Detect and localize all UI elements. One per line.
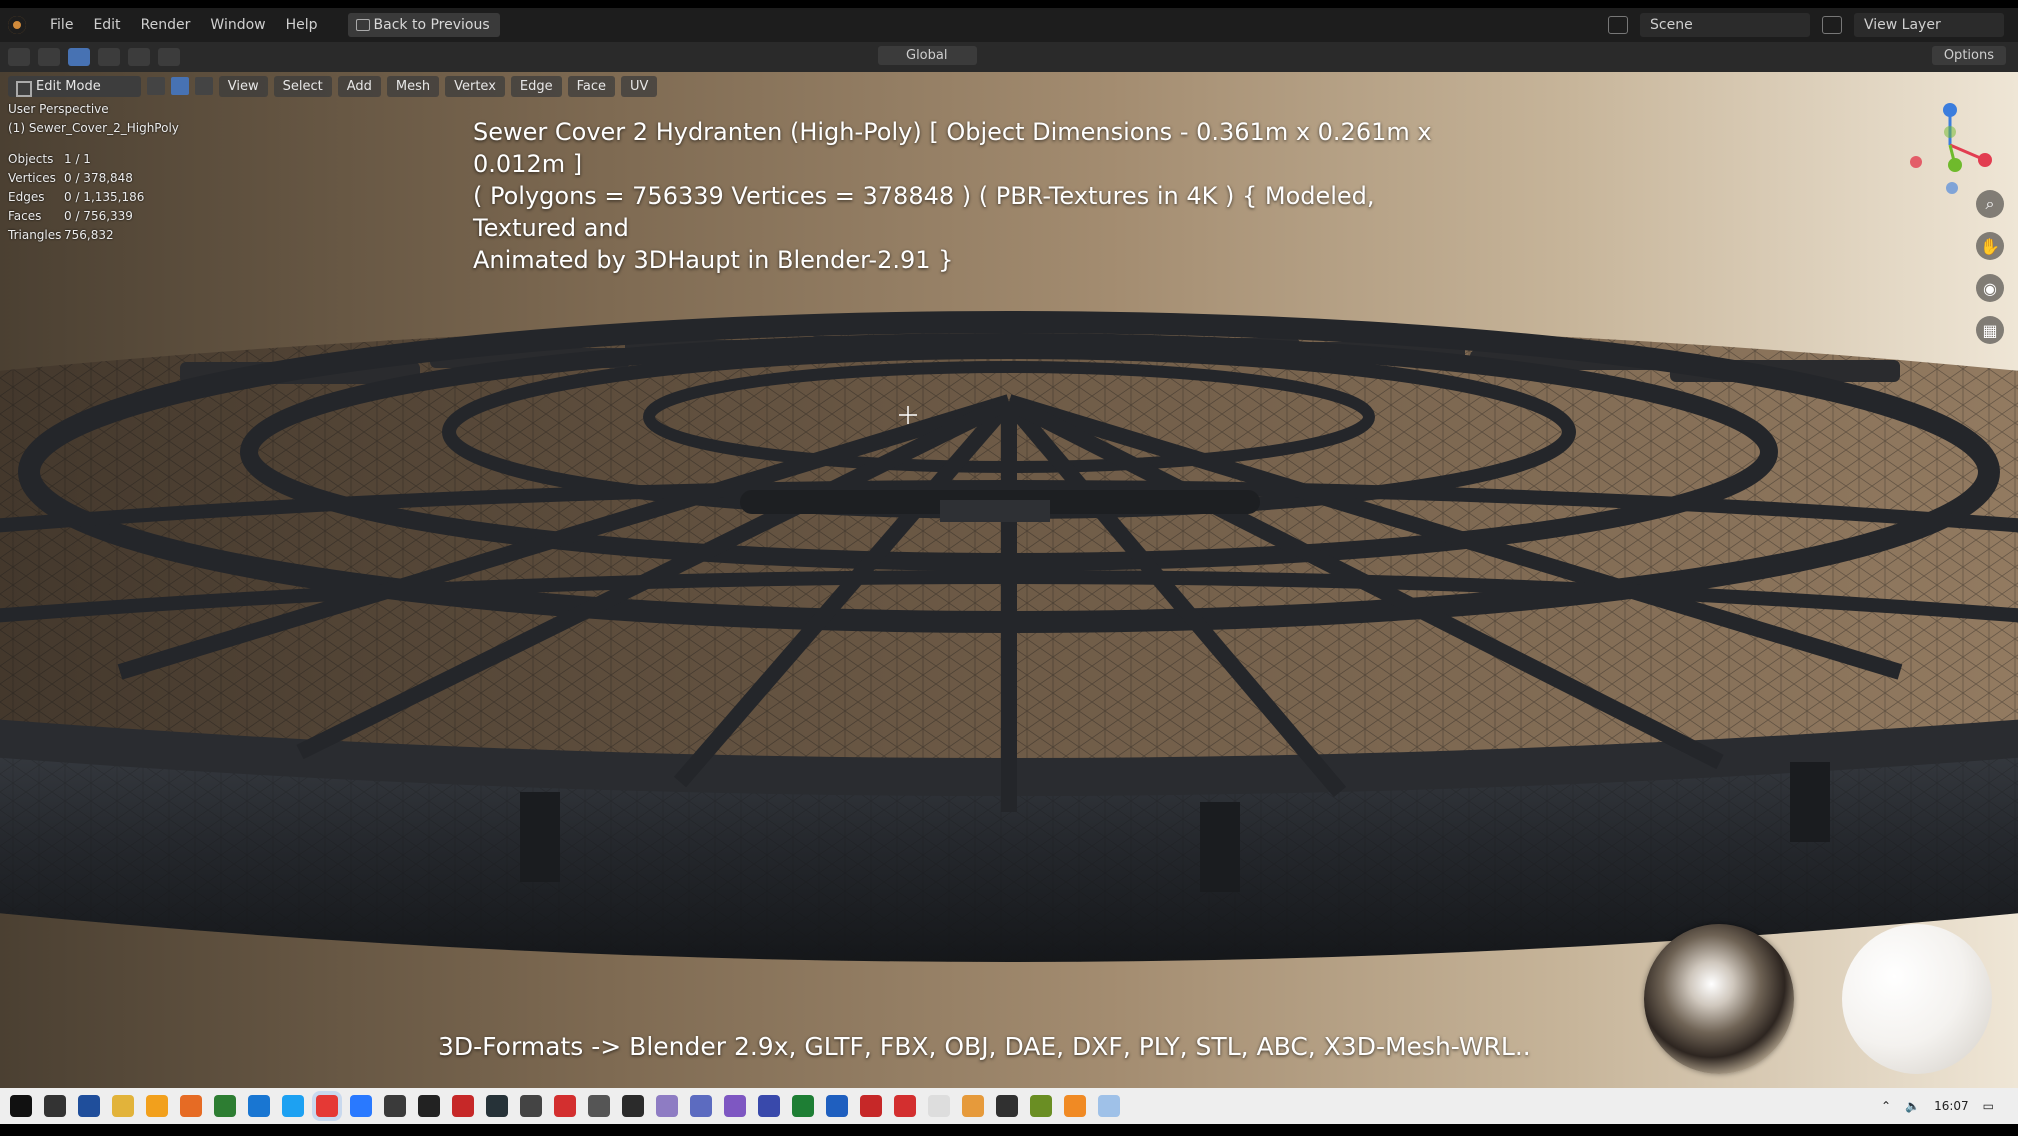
spark-taskbar-icon[interactable] bbox=[860, 1095, 882, 1117]
camera-icon[interactable]: ◉ bbox=[1976, 274, 2004, 302]
formats-caption: 3D-Formats -> Blender 2.9x, GLTF, FBX, O… bbox=[438, 1032, 1531, 1061]
office-taskbar-icon[interactable] bbox=[554, 1095, 576, 1117]
select-box-mode-icon[interactable] bbox=[68, 48, 90, 66]
menu-uv[interactable]: UV bbox=[621, 75, 658, 97]
tool-header: Global Options bbox=[0, 42, 2018, 72]
options-dropdown[interactable]: Options bbox=[1931, 46, 2006, 65]
hand-icon[interactable]: ✋ bbox=[1976, 232, 2004, 260]
menu-select[interactable]: Select bbox=[273, 75, 332, 97]
stat-row: Faces 0 / 756,339 bbox=[8, 209, 133, 223]
terminal-taskbar-icon[interactable] bbox=[996, 1095, 1018, 1117]
face-select-icon[interactable] bbox=[194, 77, 213, 95]
sun-taskbar-icon[interactable] bbox=[962, 1095, 984, 1117]
opera-taskbar-icon[interactable] bbox=[894, 1095, 916, 1117]
stat-row: Triangles 756,832 bbox=[8, 228, 114, 242]
browser-2-taskbar-icon[interactable] bbox=[724, 1095, 746, 1117]
clock[interactable]: 16:07 bbox=[1934, 1099, 1969, 1113]
files-taskbar-icon[interactable] bbox=[1098, 1095, 1120, 1117]
viewport-stats: User Perspective (1) Sewer_Cover_2_HighP… bbox=[8, 100, 179, 245]
system-tray: ⌃ 🔈 16:07 ▭ bbox=[1881, 1099, 2018, 1113]
white-reference-sphere bbox=[1842, 924, 1992, 1074]
zoom-icon[interactable]: ⌕ bbox=[1976, 190, 2004, 218]
scene-selector[interactable]: Scene bbox=[1640, 13, 1810, 37]
stat-row: Objects 1 / 1 bbox=[8, 152, 91, 166]
top-menu-bar: File Edit Render Window Help Back to Pre… bbox=[0, 0, 2018, 42]
transform-orientation-dropdown[interactable]: Global bbox=[878, 46, 978, 65]
bottom-strip bbox=[0, 1124, 2018, 1136]
excel-taskbar-icon[interactable] bbox=[792, 1095, 814, 1117]
obs-taskbar-icon[interactable] bbox=[622, 1095, 644, 1117]
davinci-taskbar-icon[interactable] bbox=[452, 1095, 474, 1117]
menu-render[interactable]: Render bbox=[131, 13, 201, 37]
skype-taskbar-icon[interactable] bbox=[282, 1095, 304, 1117]
firefox-taskbar-icon[interactable] bbox=[180, 1095, 202, 1117]
menu-view[interactable]: View bbox=[218, 75, 268, 97]
chevron-up-icon[interactable]: ⌃ bbox=[1881, 1099, 1891, 1113]
mode-dropdown[interactable]: Edit Mode bbox=[8, 75, 141, 97]
notification-icon[interactable]: ▭ bbox=[1983, 1099, 1994, 1113]
editor-type-icon[interactable] bbox=[8, 48, 30, 66]
navigation-gizmo[interactable] bbox=[1900, 100, 2000, 200]
save-taskbar-icon[interactable] bbox=[78, 1095, 100, 1117]
chrome-taskbar-icon[interactable] bbox=[316, 1095, 338, 1117]
perspective-label: User Perspective bbox=[8, 102, 109, 116]
menu-window[interactable]: Window bbox=[200, 13, 275, 37]
3d-viewport[interactable]: Edit Mode View Select Add Mesh Vertex Ed… bbox=[0, 72, 2018, 1088]
notes-taskbar-icon[interactable] bbox=[214, 1095, 236, 1117]
menu-edit[interactable]: Edit bbox=[83, 13, 130, 37]
blender-taskbar-icon[interactable] bbox=[1064, 1095, 1086, 1117]
steam-taskbar-icon[interactable] bbox=[384, 1095, 406, 1117]
view-layer-icon[interactable] bbox=[1822, 16, 1842, 34]
3d-cursor-icon bbox=[899, 406, 917, 424]
windows-taskbar: ⌃ 🔈 16:07 ▭ bbox=[0, 1088, 2018, 1124]
select-tool-icon[interactable] bbox=[38, 48, 60, 66]
select-extend-mode-icon[interactable] bbox=[98, 48, 120, 66]
media-taskbar-icon[interactable] bbox=[588, 1095, 610, 1117]
vscode-taskbar-icon[interactable] bbox=[350, 1095, 372, 1117]
menu-vertex[interactable]: Vertex bbox=[445, 75, 505, 97]
xbox-taskbar-icon[interactable] bbox=[758, 1095, 780, 1117]
scene-icon[interactable] bbox=[1608, 16, 1628, 34]
title-line: Animated by 3DHaupt in Blender-2.91 } bbox=[473, 246, 954, 274]
volume-icon[interactable]: 🔈 bbox=[1905, 1099, 1920, 1113]
paint-taskbar-icon[interactable] bbox=[146, 1095, 168, 1117]
stat-row: Edges 0 / 1,135,186 bbox=[8, 190, 145, 204]
unity-taskbar-icon[interactable] bbox=[418, 1095, 440, 1117]
menu-edge[interactable]: Edge bbox=[510, 75, 562, 97]
outlook-taskbar-icon[interactable] bbox=[248, 1095, 270, 1117]
windows-start-taskbar-icon[interactable] bbox=[10, 1095, 32, 1117]
menu-help[interactable]: Help bbox=[276, 13, 328, 37]
search-taskbar-icon[interactable] bbox=[44, 1095, 66, 1117]
green-app-taskbar-icon[interactable] bbox=[1030, 1095, 1052, 1117]
calculator-taskbar-icon[interactable] bbox=[690, 1095, 712, 1117]
active-object-label: (1) Sewer_Cover_2_HighPoly bbox=[8, 121, 179, 135]
menu-face[interactable]: Face bbox=[567, 75, 616, 97]
inkscape-taskbar-icon[interactable] bbox=[486, 1095, 508, 1117]
chrome-reference-sphere bbox=[1644, 924, 1794, 1074]
notepad-taskbar-icon[interactable] bbox=[928, 1095, 950, 1117]
edge-select-icon[interactable] bbox=[170, 77, 189, 95]
viewport-header: Edit Mode View Select Add Mesh Vertex Ed… bbox=[0, 72, 2018, 100]
view-layer-selector[interactable]: View Layer bbox=[1854, 13, 2004, 37]
grid-icon[interactable]: ▦ bbox=[1976, 316, 2004, 344]
back-to-previous-button[interactable]: Back to Previous bbox=[347, 13, 500, 37]
menu-mesh[interactable]: Mesh bbox=[386, 75, 440, 97]
blender-dark-taskbar-icon[interactable] bbox=[520, 1095, 542, 1117]
stat-row: Vertices 0 / 378,848 bbox=[8, 171, 133, 185]
vertex-select-icon[interactable] bbox=[146, 77, 165, 95]
photos-taskbar-icon[interactable] bbox=[656, 1095, 678, 1117]
menu-add[interactable]: Add bbox=[337, 75, 381, 97]
title-line: Sewer Cover 2 Hydranten (High-Poly) [ Ob… bbox=[473, 118, 1432, 178]
folder-taskbar-icon[interactable] bbox=[112, 1095, 134, 1117]
select-invert-mode-icon[interactable] bbox=[158, 48, 180, 66]
word-taskbar-icon[interactable] bbox=[826, 1095, 848, 1117]
blender-logo-icon[interactable] bbox=[8, 16, 26, 34]
menu-file[interactable]: File bbox=[40, 13, 83, 37]
overlay-title: Sewer Cover 2 Hydranten (High-Poly) [ Ob… bbox=[473, 116, 1473, 276]
viewport-nav-tools: ⌕ ✋ ◉ ▦ bbox=[1976, 190, 2004, 344]
title-line: ( Polygons = 756339 Vertices = 378848 ) … bbox=[473, 182, 1375, 242]
select-subtract-mode-icon[interactable] bbox=[128, 48, 150, 66]
